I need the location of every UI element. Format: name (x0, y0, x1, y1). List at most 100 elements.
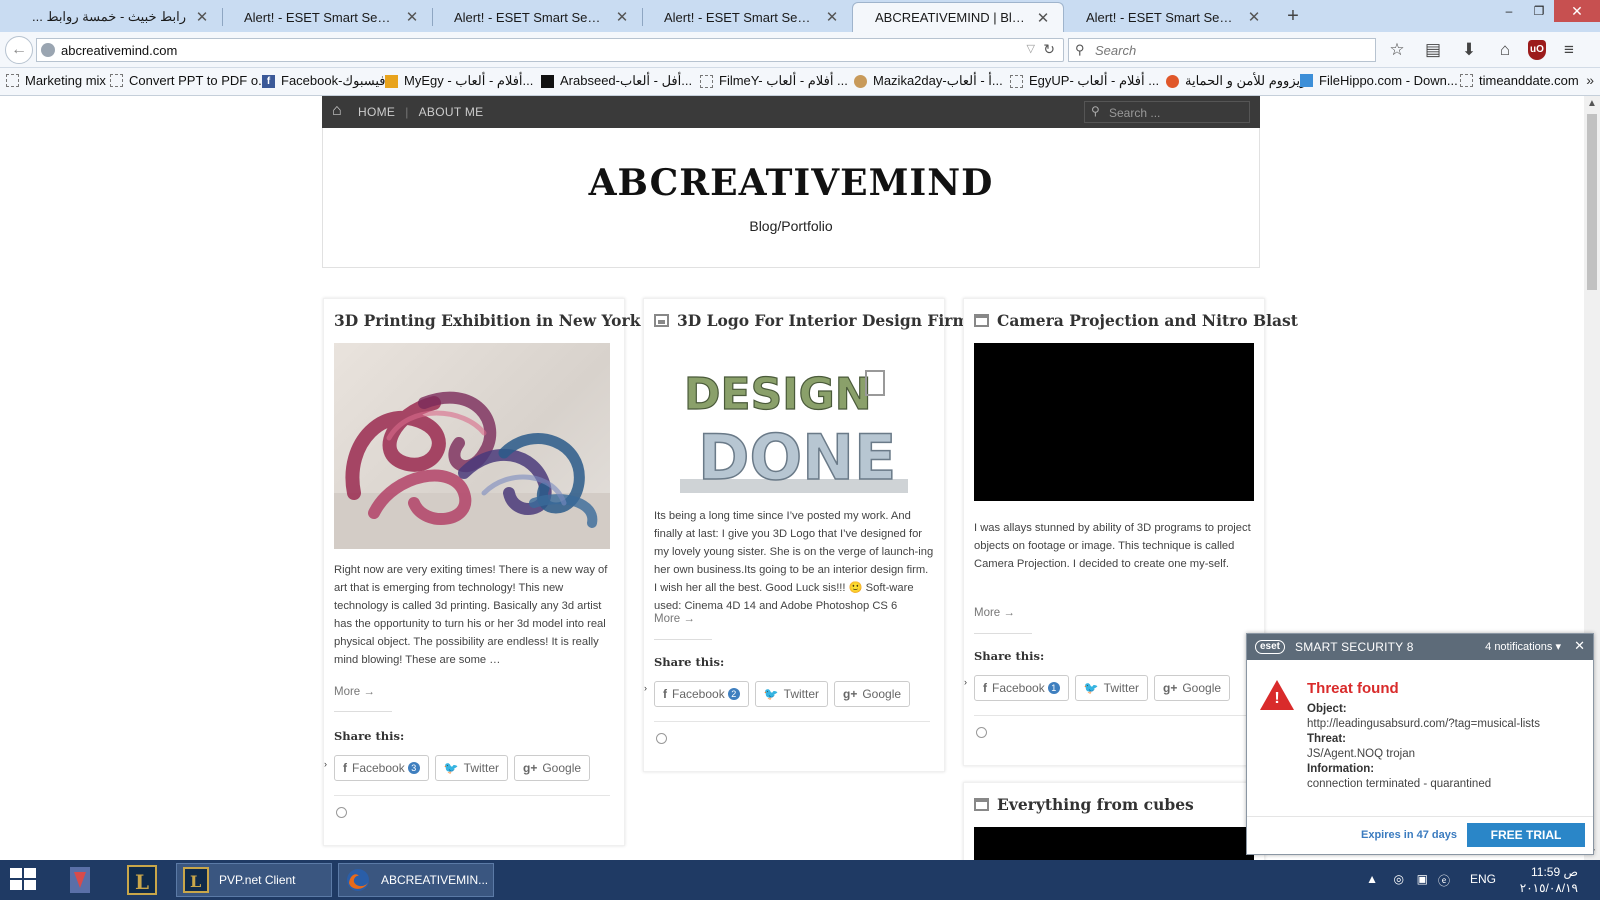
restore-button[interactable]: ❐ (1524, 0, 1554, 22)
bookmarks-menu-icon[interactable]: ▤ (1420, 38, 1446, 62)
menu-hamburger-icon[interactable]: ≡ (1556, 38, 1582, 62)
home-icon[interactable]: ⌂ (1492, 38, 1518, 62)
bookmark-item[interactable]: EgyUP- أفلام - ألعاب ... (1010, 73, 1159, 89)
network-globe-icon[interactable]: ◎ (1394, 872, 1404, 886)
bookmark-item[interactable]: FilmeY- أفلام - ألعاب ... (700, 73, 848, 89)
network-status-icon[interactable]: ▣ (1417, 872, 1428, 886)
league-of-legends-icon: L (183, 867, 209, 893)
post-title[interactable]: Camera Projection and Nitro Blast (974, 311, 1298, 330)
site-title[interactable]: ABCREATIVEMIND (323, 162, 1259, 204)
input-language-indicator[interactable]: ENG (1470, 872, 1496, 886)
taskbar-firefox[interactable]: ABCREATIVEMIN... (338, 863, 494, 897)
clock-icon[interactable] (976, 727, 987, 738)
blank-page-icon (700, 74, 713, 88)
reload-icon[interactable]: ↻ (1043, 41, 1055, 58)
minimize-button[interactable]: – (1494, 0, 1524, 22)
close-icon[interactable]: ✕ (1246, 8, 1262, 26)
post-title[interactable]: Everything from cubes (974, 795, 1194, 814)
video-player[interactable] (974, 343, 1254, 501)
taskbar-pvp-client[interactable]: L PVP.net Client (176, 863, 332, 897)
more-link[interactable]: More → (974, 607, 1015, 619)
close-icon[interactable]: ✕ (614, 8, 630, 26)
share-label: Facebook (352, 761, 405, 775)
search-bar[interactable]: ⚲ Search (1068, 38, 1376, 62)
close-icon[interactable]: ✕ (194, 8, 210, 26)
google-share-button[interactable]: g+ Google (834, 681, 911, 707)
post-title[interactable]: 3D Logo For Interior Design Firm (654, 311, 969, 330)
bookmark-item[interactable]: Arabseed-أفل - ألعاب... (541, 73, 692, 89)
twitter-share-button[interactable]: 🐦 Twitter (434, 755, 508, 781)
scroll-thumb[interactable] (1587, 114, 1597, 290)
pinned-app-icon[interactable] (62, 864, 98, 896)
bookmark-item[interactable]: Mazika2day-أ - ألعاب... (854, 73, 1003, 89)
twitter-share-button[interactable]: 🐦 Twitter (754, 681, 828, 707)
close-icon[interactable]: ✕ (1035, 9, 1051, 27)
history-dropdown-icon[interactable]: ▽ (1027, 42, 1035, 55)
nav-home-link[interactable]: HOME (358, 105, 395, 119)
home-icon[interactable]: ⌂ (332, 103, 348, 119)
close-icon[interactable]: ✕ (404, 8, 420, 26)
bookmark-item[interactable]: MyEgy - أفلام - ألعاب... (385, 73, 533, 89)
url-bar[interactable]: abcreativemind.com ▽ ↻ (36, 38, 1064, 62)
close-icon[interactable]: ✕ (1574, 638, 1585, 654)
post-title[interactable]: 3D Printing Exhibition in New York City (334, 311, 680, 330)
free-trial-button[interactable]: FREE TRIAL (1467, 823, 1585, 847)
bookmark-item[interactable]: Marketing mix (6, 73, 106, 88)
bookmark-item[interactable]: زيزووم للأمن و الحماية (1166, 73, 1306, 89)
toolbar-icons: ☆ ▤ ⬇ ⌂ uO ≡ (1384, 38, 1582, 62)
3d-printed-sculpture-image (334, 391, 610, 549)
bookmark-label: Convert PPT to PDF o... (129, 73, 269, 88)
league-of-legends-icon[interactable]: L (124, 864, 160, 896)
post-image-design-done[interactable]: DESIGN DONE (680, 353, 908, 497)
notifications-dropdown[interactable]: 4 notifications ▾ (1485, 640, 1561, 653)
google-share-button[interactable]: g+ Google (1154, 675, 1231, 701)
ublock-shield-icon[interactable]: uO (1528, 40, 1546, 60)
post-card: Everything from cubes (963, 782, 1265, 860)
bookmark-star-icon[interactable]: ☆ (1384, 38, 1410, 62)
downloads-icon[interactable]: ⬇ (1456, 38, 1482, 62)
bookmark-item[interactable]: FileHippo.com - Down... (1300, 73, 1458, 88)
eset-tray-icon[interactable]: ⓔ (1438, 872, 1450, 889)
eset-threat-notification: eset SMART SECURITY 8 4 notifications ▾ … (1246, 633, 1594, 855)
tab-abcreativemind[interactable]: ABCREATIVEMIND | Blog/Port... ✕ (852, 2, 1064, 32)
windows-start-button[interactable] (10, 868, 38, 892)
bookmarks-toolbar: Marketing mix Convert PPT to PDF o... fF… (0, 68, 1600, 96)
new-tab-button[interactable]: + (1280, 4, 1306, 28)
more-link[interactable]: More → (334, 686, 375, 698)
threat-details: Object: http://leadingusabsurd.com/?tag=… (1307, 702, 1540, 792)
close-icon[interactable]: ✕ (824, 8, 840, 26)
system-clock[interactable]: 11:59 ص ٢٠١٥/٠٨/١٩ (1520, 864, 1578, 896)
facebook-share-button[interactable]: f Facebook 3 (334, 755, 429, 781)
back-button[interactable]: ← (5, 36, 33, 64)
more-bookmarks-chevron-icon[interactable]: » (1586, 72, 1594, 88)
google-share-button[interactable]: g+ Google (514, 755, 591, 781)
site-search-input[interactable]: ⚲ Search ... (1084, 101, 1250, 123)
twitter-share-button[interactable]: 🐦 Twitter (1074, 675, 1148, 701)
facebook-share-button[interactable]: f Facebook 2 (654, 681, 749, 707)
nav-about-link[interactable]: ABOUT ME (419, 105, 484, 119)
site-menu: HOME | ABOUT ME (358, 105, 483, 119)
scroll-up-arrow-icon[interactable]: ▲ (1587, 98, 1597, 109)
bookmark-item[interactable]: f Facebook-فيسبوك (262, 73, 386, 89)
close-window-button[interactable]: ✕ (1554, 0, 1600, 22)
post-image-3d-print[interactable] (334, 343, 610, 549)
bookmark-item[interactable]: Convert PPT to PDF o... (110, 73, 269, 88)
tab-eset-alert[interactable]: Alert! - ESET Smart Security ✕ (432, 2, 642, 32)
threat-value: JS/Agent.NOQ trojan (1307, 748, 1416, 760)
tab-eset-alert[interactable]: Alert! - ESET Smart Security ✕ (222, 2, 432, 32)
more-link[interactable]: More → (654, 613, 695, 625)
object-value: http://leadingusabsurd.com/?tag=musical-… (1307, 718, 1540, 730)
bookmark-item[interactable]: timeanddate.com (1460, 73, 1579, 88)
site-search-placeholder: Search ... (1109, 106, 1161, 120)
facebook-share-button[interactable]: f Facebook 1 (974, 675, 1069, 701)
video-player[interactable] (974, 827, 1254, 860)
site-top-nav: ⌂ HOME | ABOUT ME ⚲ Search ... (322, 96, 1260, 128)
clock-icon[interactable] (656, 733, 667, 744)
show-hidden-icons-chevron-icon[interactable]: ▲ (1366, 872, 1378, 886)
url-text[interactable]: abcreativemind.com (61, 43, 177, 58)
tab-eset-alert[interactable]: Alert! - ESET Smart Security ✕ (642, 2, 852, 32)
share-heading: Share this: (974, 649, 1045, 663)
clock-icon[interactable] (336, 807, 347, 818)
tab-malicious-links[interactable]: رابط خبيث - خمسة روابط ... ✕ (0, 2, 222, 32)
tab-eset-alert[interactable]: Alert! - ESET Smart Security ✕ (1064, 2, 1274, 32)
